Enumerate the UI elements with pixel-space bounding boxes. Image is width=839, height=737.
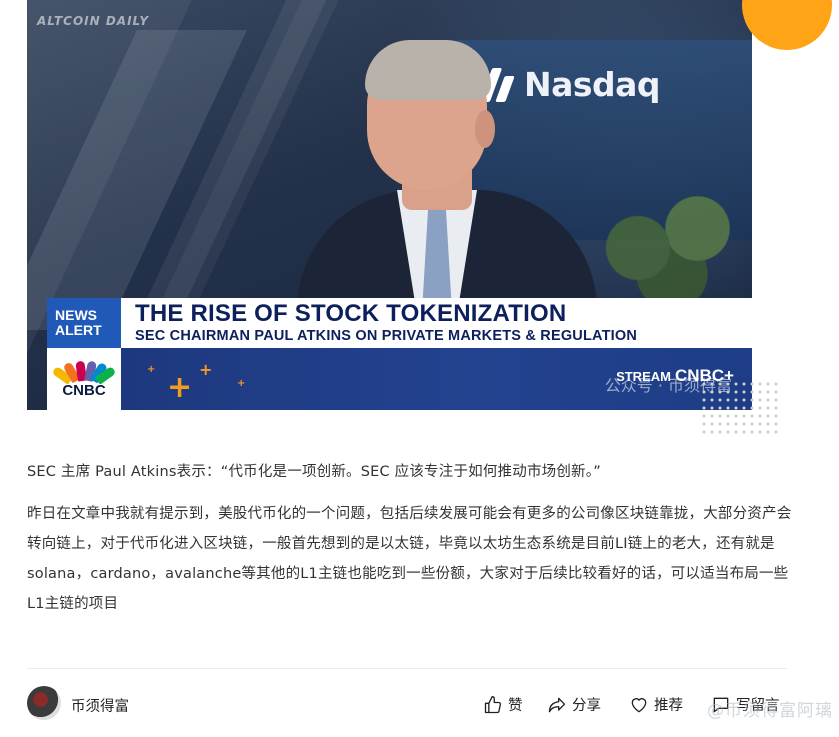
article-paragraph: 昨日在文章中我就有提示到，美股代币化的一个问题，包括后续发展可能会有更多的公司像… [27,506,792,612]
decor-plus-icon: + [237,378,246,389]
like-button[interactable]: 赞 [483,694,523,715]
author-avatar[interactable] [27,686,61,720]
orange-decoration [742,0,832,50]
share-button[interactable]: 分享 [547,694,601,715]
speaker-figure [287,40,607,350]
thumbs-up-icon [484,695,502,713]
dot-pattern-decoration [700,380,780,438]
article-quote: SEC 主席 Paul Atkins表示：“代币化是一项创新。SEC 应该专注于… [27,464,601,480]
peacock-icon [51,359,117,385]
studio-plants [587,170,752,300]
source-watermark: ALTCOIN DAILY [37,14,150,28]
author-name[interactable]: 币须得富 [71,695,129,716]
footer-divider [27,668,787,669]
news-alert-badge: NEWS ALERT [47,298,121,348]
cnbc-wordmark: CNBC [62,382,106,399]
headline-banner: THE RISE OF STOCK TOKENIZATION SEC CHAIR… [121,298,752,348]
news-headline: THE RISE OF STOCK TOKENIZATION [135,300,567,327]
author-watermark: @币须得富阿璃 [707,701,833,721]
decor-plus-icon: + [147,364,156,375]
share-label: 分享 [572,698,601,714]
heart-icon [631,697,647,712]
decor-plus-icon: + [199,360,213,379]
article-hero-image: ALTCOIN DAILY Nasdaq NEWS ALERT THE RISE… [27,0,752,410]
recommend-button[interactable]: 推荐 [629,694,683,715]
like-label: 赞 [508,698,523,714]
article-footer: 币须得富 赞 分享 推荐 写留言 @币须得富阿璃 [27,686,832,726]
decor-plus-icon: + [167,370,193,405]
cnbc-logo: CNBC [47,348,121,410]
share-icon [548,697,566,712]
news-subheadline: SEC CHAIRMAN PAUL ATKINS ON PRIVATE MARK… [135,328,638,344]
recommend-label: 推荐 [654,698,683,714]
